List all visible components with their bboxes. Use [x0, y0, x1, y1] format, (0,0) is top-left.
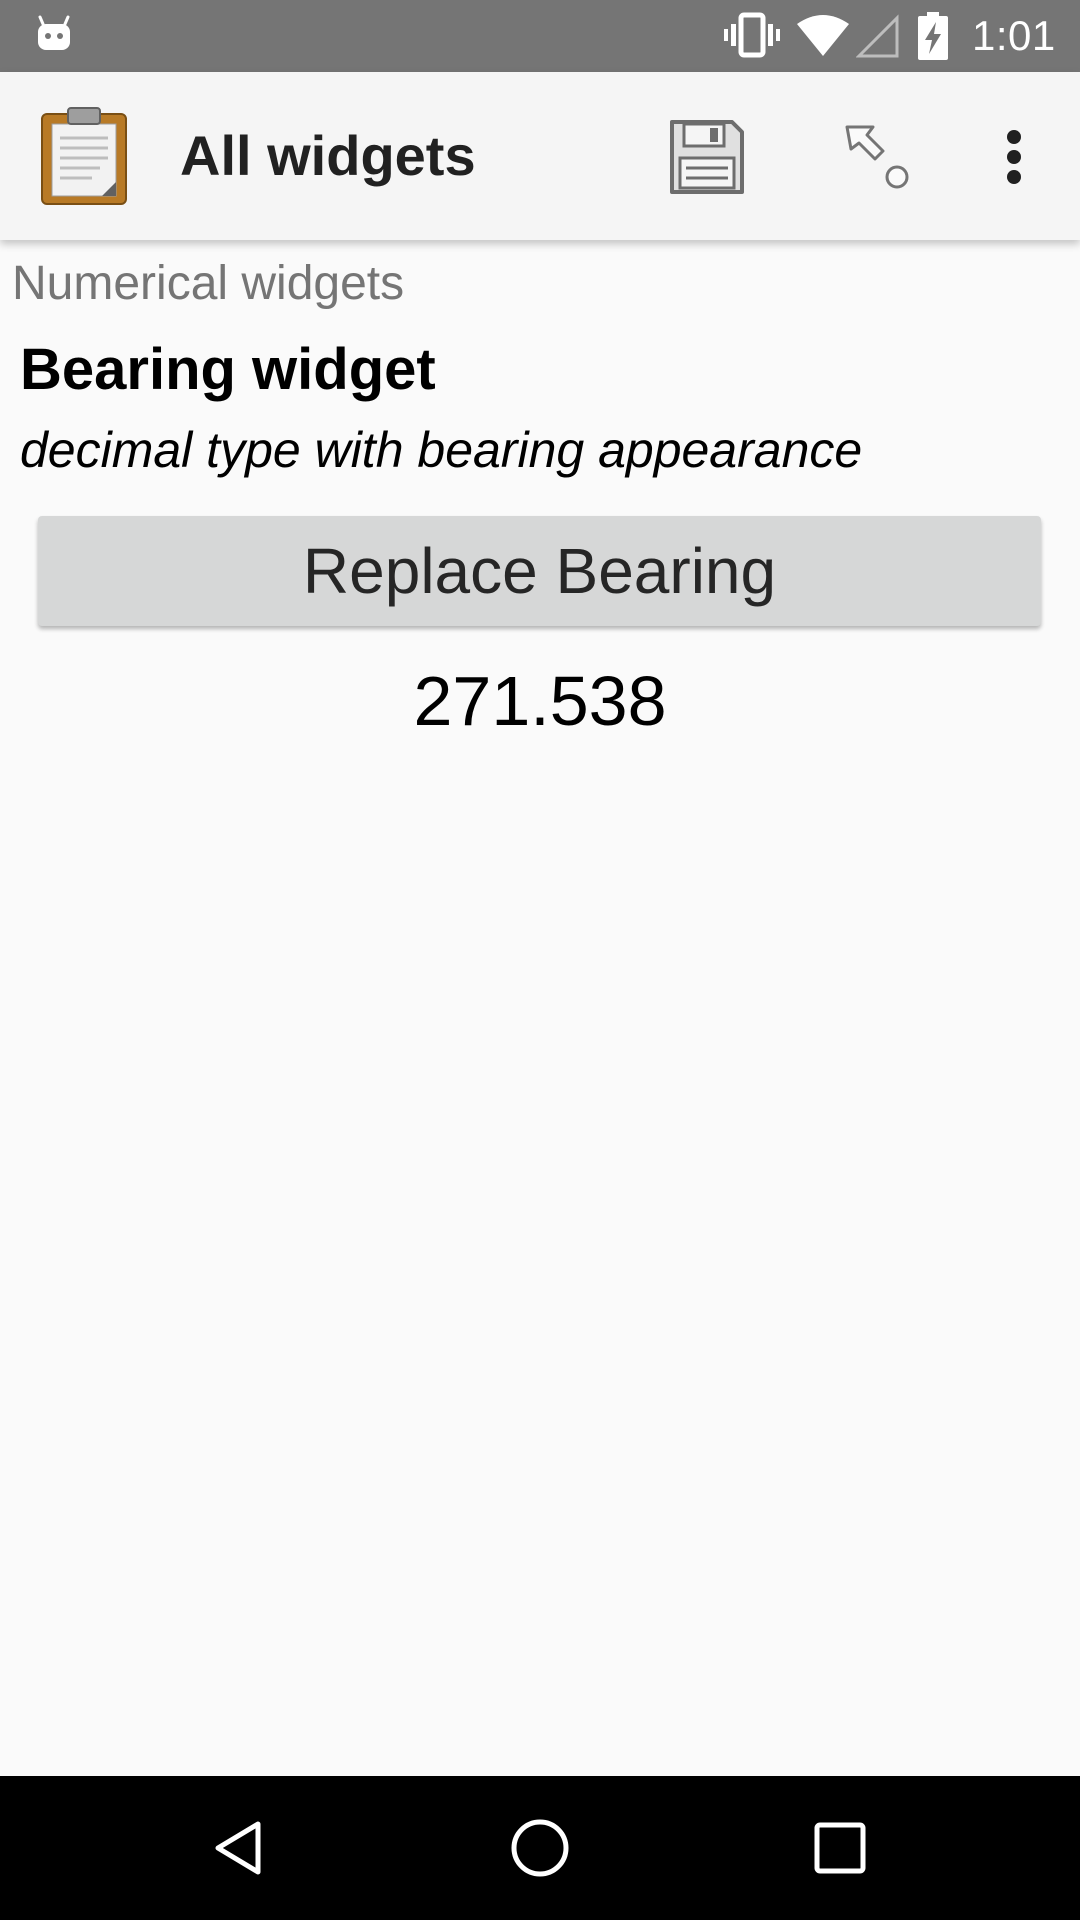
home-button[interactable]	[490, 1798, 590, 1898]
navigation-bar	[0, 1776, 1080, 1920]
bearing-value: 271.538	[413, 662, 667, 740]
save-button[interactable]	[662, 112, 752, 202]
status-clock: 1:01	[972, 12, 1056, 59]
home-icon	[511, 1819, 569, 1877]
replace-bearing-button[interactable]: Replace Bearing	[38, 516, 1041, 626]
question-label: Bearing widget	[20, 337, 436, 402]
recents-button[interactable]	[790, 1798, 890, 1898]
status-bar: 1:01	[0, 0, 1080, 72]
battery-charging-icon	[918, 12, 948, 60]
app-bar: All widgets	[0, 72, 1080, 240]
question-hint: decimal type with bearing appearance	[20, 422, 863, 478]
screen: 1:01 All widgets Numerical widgets Beari…	[0, 0, 1080, 1920]
wifi-icon	[797, 15, 849, 56]
android-notification-icon	[38, 15, 70, 50]
back-icon	[215, 1821, 261, 1875]
goto-question-button[interactable]	[832, 112, 922, 202]
overflow-menu-button[interactable]	[970, 112, 1058, 202]
clipboard-icon	[41, 107, 127, 205]
vibrate-icon	[724, 12, 780, 58]
recents-icon	[814, 1822, 866, 1874]
app-title: All widgets	[180, 124, 476, 187]
save-icon	[670, 120, 744, 194]
form-content: Numerical widgets Bearing widget decimal…	[0, 240, 1080, 1776]
goto-question-icon	[845, 125, 909, 189]
group-label: Numerical widgets	[12, 257, 405, 310]
overflow-menu-icon	[1007, 130, 1021, 184]
back-button[interactable]	[190, 1798, 290, 1898]
cell-signal-icon	[856, 14, 899, 58]
